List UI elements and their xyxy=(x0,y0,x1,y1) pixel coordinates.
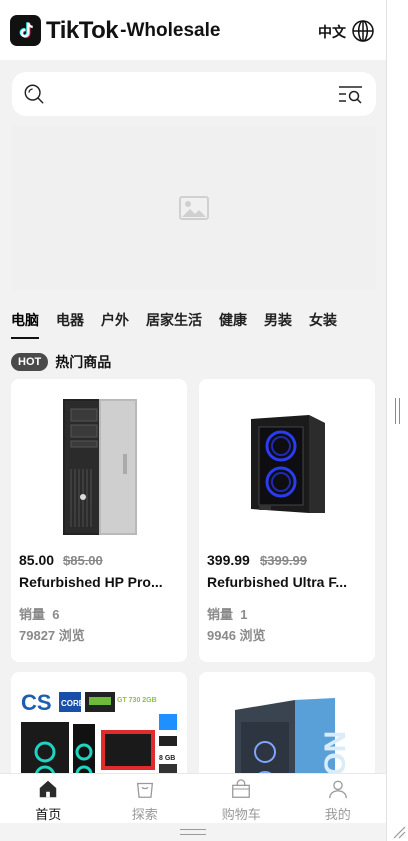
product-name[interactable]: Refurbished HP Pro... xyxy=(19,574,181,590)
product-image xyxy=(63,399,137,535)
badge-text: GT 730 2GB xyxy=(117,697,157,704)
category-tab[interactable]: 健康 xyxy=(219,310,247,338)
sales-count: 1 xyxy=(240,607,248,622)
hot-section-header: HOT 热门商品 xyxy=(11,352,111,372)
product-name[interactable]: Refurbished Ultra F... xyxy=(207,574,369,590)
product-price: 399.99 xyxy=(207,552,250,568)
category-tab[interactable]: 电器 xyxy=(56,310,84,338)
section-title: 热门商品 xyxy=(55,354,112,370)
shopping-bag-icon xyxy=(136,782,153,798)
product-original-price: $85.00 xyxy=(63,553,103,568)
category-tabs: 电脑 电器 户外 居家生活 健康 男装 女装 xyxy=(11,310,354,340)
search-bar[interactable] xyxy=(12,72,376,116)
sales-label: 销量 xyxy=(19,607,46,622)
views-label: 浏览 xyxy=(58,628,85,643)
views-count: 9946 xyxy=(207,628,236,643)
tab-label: 购物车 xyxy=(221,807,261,822)
product-price: 85.00 xyxy=(19,552,55,568)
tab-label: 探索 xyxy=(131,807,158,822)
banner-placeholder[interactable] xyxy=(12,126,376,290)
product-image xyxy=(251,415,325,513)
globe-icon[interactable] xyxy=(351,19,375,43)
category-tab[interactable]: 女装 xyxy=(309,310,337,338)
badge-text: 8 GB xyxy=(159,755,175,762)
tab-explore[interactable]: 探索 xyxy=(97,774,194,823)
product-views: 79827 浏览 xyxy=(19,625,85,644)
product-original-price: $399.99 xyxy=(260,553,307,568)
sales-label: 销量 xyxy=(207,607,234,622)
product-card[interactable]: 85.00 $85.00 Refurbished HP Pro... 销量 6 … xyxy=(11,379,187,662)
user-icon xyxy=(328,780,347,799)
resize-handle-bottom[interactable] xyxy=(180,829,206,835)
tab-label: 首页 xyxy=(35,807,62,822)
logo-suffix: -Wholesale xyxy=(120,19,221,41)
product-views: 9946 浏览 xyxy=(207,625,266,644)
views-count: 79827 xyxy=(19,628,56,643)
tab-profile[interactable]: 我的 xyxy=(290,774,387,823)
hot-badge: HOT xyxy=(11,353,49,371)
cart-icon xyxy=(232,779,251,798)
product-sales: 销量 1 xyxy=(207,604,247,623)
logo-text: TikTok xyxy=(46,16,119,44)
home-icon xyxy=(40,780,57,798)
search-input[interactable] xyxy=(56,82,326,106)
side-rail xyxy=(386,0,408,841)
sales-count: 6 xyxy=(52,607,60,622)
product-sales: 销量 6 xyxy=(19,604,59,623)
badge-text: CORE xyxy=(61,699,85,708)
views-label: 浏览 xyxy=(239,628,266,643)
header: TikTok -Wholesale 中文 xyxy=(0,0,386,60)
tab-cart[interactable]: 购物车 xyxy=(193,774,290,823)
tab-home[interactable]: 首页 xyxy=(0,774,97,823)
logo[interactable]: TikTok -Wholesale xyxy=(10,15,220,46)
category-tab[interactable]: 男装 xyxy=(264,310,292,338)
tab-label: 我的 xyxy=(324,807,351,822)
category-tab[interactable]: 居家生活 xyxy=(146,310,202,338)
category-tab[interactable]: 电脑 xyxy=(11,310,39,339)
product-card[interactable]: 399.99 $399.99 Refurbished Ultra F... 销量… xyxy=(199,379,375,662)
language-switch[interactable]: 中文 xyxy=(318,22,346,42)
tiktok-note-icon xyxy=(10,15,41,46)
search-icon[interactable] xyxy=(23,83,45,105)
badge-text: CS xyxy=(21,690,52,715)
resize-corner-icon[interactable] xyxy=(392,825,406,839)
app-screen: TikTok -Wholesale 中文 电脑 电器 户外 居家生活 健康 男装… xyxy=(0,0,386,841)
resize-handle-side[interactable] xyxy=(395,398,400,424)
filter-search-icon[interactable] xyxy=(338,82,364,106)
category-tab[interactable]: 户外 xyxy=(101,310,129,338)
bottom-tab-bar: 首页 探索 购物车 我的 xyxy=(0,773,386,823)
image-placeholder-icon xyxy=(179,196,209,220)
